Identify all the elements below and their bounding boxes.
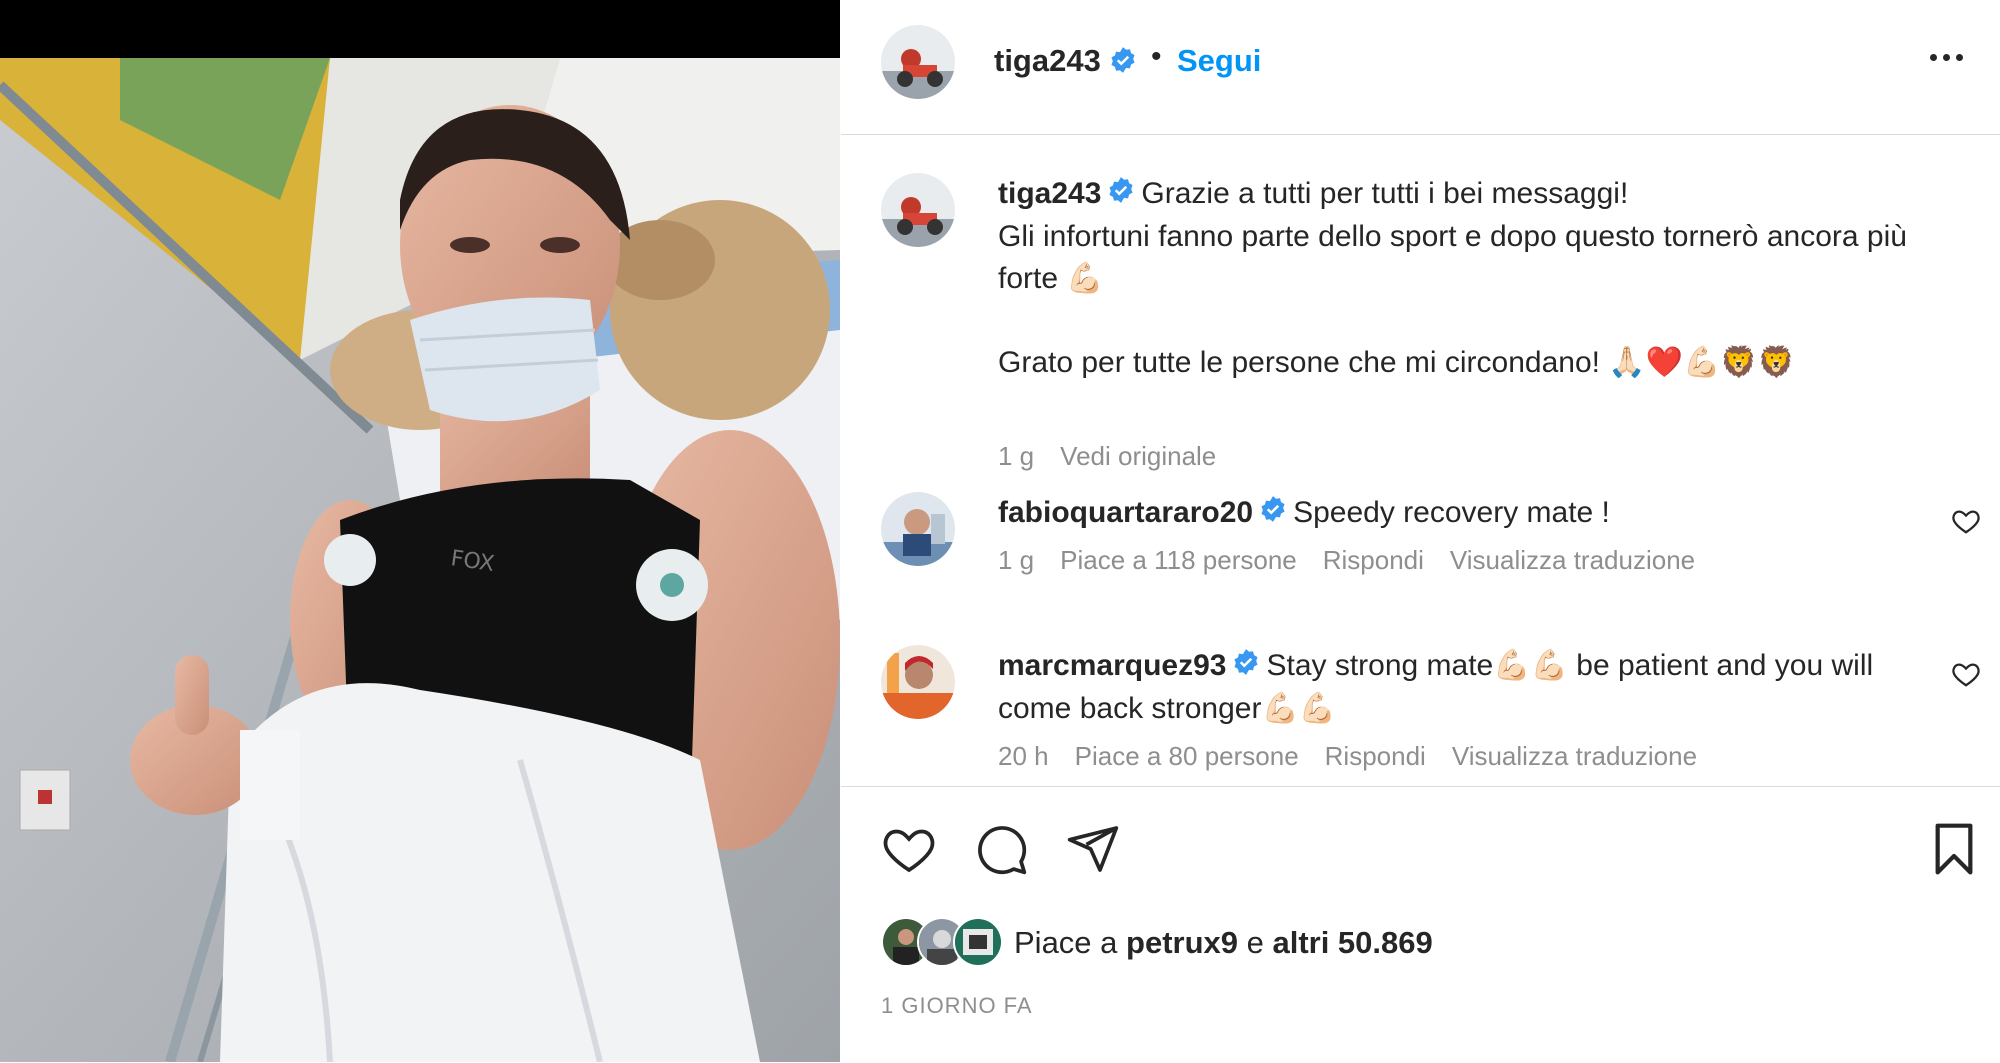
post-date[interactable]: 1 GIORNO FA xyxy=(881,993,1033,1019)
likes-others-link[interactable]: altri 50.869 xyxy=(1272,925,1432,960)
verified-badge-icon xyxy=(1107,174,1135,216)
comment-time[interactable]: 20 h xyxy=(998,741,1049,771)
comment-username[interactable]: fabioquartararo20 xyxy=(998,496,1253,529)
comment-meta: 1 g Piace a 118 persone Rispondi Visualizza… xyxy=(998,545,1721,576)
like-comment-heart-icon[interactable] xyxy=(1951,506,1981,536)
more-options-icon[interactable] xyxy=(1926,48,1966,68)
reply-button[interactable]: Rispondi xyxy=(1325,741,1426,771)
caption-line-2: Gli infortuni fanno parte dello sport e … xyxy=(998,220,1907,296)
verified-badge-icon xyxy=(1109,46,1137,79)
comment-bubble-icon[interactable] xyxy=(973,821,1029,877)
caption-username[interactable]: tiga243 xyxy=(998,177,1101,210)
caption-author-avatar[interactable] xyxy=(881,173,955,247)
comments-list[interactable]: tiga243 Grazie a tutti per tutti i bei me… xyxy=(841,135,2000,785)
avatar-image xyxy=(881,173,955,247)
reply-button[interactable]: Rispondi xyxy=(1323,545,1424,575)
share-send-icon[interactable] xyxy=(1065,821,1121,877)
caption-line-3: Grato per tutte le persone che mi circon… xyxy=(998,346,1796,380)
post-sidebar: tiga243 • Segui tiga243 Grazie a tutti p… xyxy=(841,0,2000,1062)
comment-text: fabioquartararo20 Speedy recovery mate ! xyxy=(998,492,1938,535)
separator-dot: • xyxy=(1151,40,1162,73)
likes-summary[interactable]: Piace a petrux9 e altri 50.869 xyxy=(1014,925,1433,961)
caption-line-1: Grazie a tutti per tutti i bei messaggi! xyxy=(1141,177,1629,210)
translate-link[interactable]: Visualizza traduzione xyxy=(1452,741,1697,771)
likes-middle: e xyxy=(1238,925,1273,960)
save-bookmark-icon[interactable] xyxy=(1926,821,1982,877)
likes-prefix: Piace a xyxy=(1014,925,1127,960)
follow-button[interactable]: Segui xyxy=(1177,43,1261,79)
author-avatar[interactable] xyxy=(881,25,955,99)
caption-text: tiga243 Grazie a tutti per tutti i bei me… xyxy=(998,173,1938,384)
comment-likes[interactable]: Piace a 118 persone xyxy=(1060,545,1297,575)
comment-body: Speedy recovery mate ! xyxy=(1293,496,1610,529)
post-actions: Piace a petrux9 e altri 50.869 1 GIORNO … xyxy=(841,786,2000,1063)
verified-badge-icon xyxy=(1232,646,1260,688)
post-header: tiga243 • Segui xyxy=(841,0,2000,135)
hospital-selfie-image: FOX xyxy=(0,0,840,1062)
avatar-image xyxy=(881,645,955,719)
likes-user-link[interactable]: petrux9 xyxy=(1126,925,1238,960)
verified-badge-icon xyxy=(1259,493,1287,535)
avatar-image xyxy=(881,492,955,566)
comment-time[interactable]: 1 g xyxy=(998,545,1034,575)
translate-link[interactable]: Visualizza traduzione xyxy=(1450,545,1695,575)
see-original-link[interactable]: Vedi originale xyxy=(1060,441,1216,471)
post-photo[interactable]: FOX xyxy=(0,0,840,1062)
commenter-avatar[interactable] xyxy=(881,645,955,719)
liker-avatar xyxy=(953,917,1003,967)
caption-meta: 1 g Vedi originale xyxy=(998,441,1242,472)
like-heart-icon[interactable] xyxy=(881,821,937,877)
comment-text: marcmarquez93 Stay strong mate💪🏻💪🏻 be pat… xyxy=(998,645,1938,730)
comment-username[interactable]: marcmarquez93 xyxy=(998,649,1226,682)
comment-meta: 20 h Piace a 80 persone Rispondi Visualizza… xyxy=(998,741,1723,772)
instagram-post: FOX tiga243 • Segui tiga243 Grazie a tut… xyxy=(0,0,2000,1062)
like-comment-heart-icon[interactable] xyxy=(1951,659,1981,689)
comment-likes[interactable]: Piace a 80 persone xyxy=(1075,741,1299,771)
commenter-avatar[interactable] xyxy=(881,492,955,566)
caption-time[interactable]: 1 g xyxy=(998,441,1034,471)
author-username[interactable]: tiga243 xyxy=(994,43,1101,79)
avatar-image xyxy=(881,25,955,99)
